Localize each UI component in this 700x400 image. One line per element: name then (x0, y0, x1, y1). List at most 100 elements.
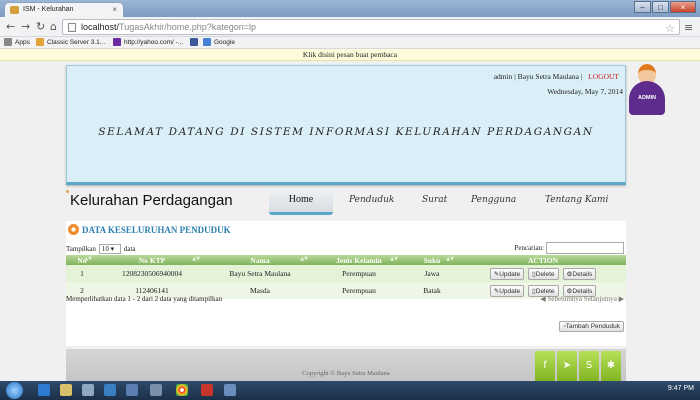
update-button[interactable]: ✎Update (489, 267, 525, 280)
cell-nama: Masda (206, 282, 314, 299)
section-title: DATA KESELURUHAN PENDUDUK (68, 224, 231, 235)
col-action: ACTION (460, 255, 626, 265)
folder-taskbar-icon[interactable] (82, 384, 94, 396)
chrome-taskbar-icon[interactable] (176, 384, 188, 396)
cell-suku: Jawa (404, 265, 460, 282)
nav-pengguna[interactable]: Pengguna (471, 195, 516, 205)
cell-no-ktp: 1208230506940004 (98, 265, 206, 282)
user-info: admin | Bayu Setra Maulana | LOGOUT (494, 72, 619, 81)
search-input[interactable] (546, 242, 624, 254)
skype-share-icon[interactable]: S (579, 351, 599, 382)
next-page-link[interactable]: Selanjutnya ▶ (584, 295, 624, 303)
sort-icon: ▲▼ (446, 256, 454, 262)
welcome-text: SELAMAT DATANG DI SISTEM INFORMASI KELUR… (98, 126, 594, 138)
folder-icon (36, 38, 44, 46)
prev-page-link[interactable]: ◀ Sebelumnya (540, 295, 582, 303)
update-button[interactable]: ✎Update (489, 284, 525, 297)
browser-toolbar: ← → ↻ ⌂ localhost/TugasAkhir/home.php?ka… (0, 17, 700, 37)
bookmark-facebook[interactable] (190, 38, 198, 46)
back-icon[interactable]: ← (6, 20, 15, 33)
bookmark-star-icon[interactable]: ☆ (665, 22, 675, 35)
site-header: admin | Bayu Setra Maulana | LOGOUT Wedn… (66, 65, 626, 185)
reload-icon[interactable]: ↻ (36, 20, 45, 33)
ie-icon[interactable] (38, 384, 50, 396)
clock[interactable]: 9:47 PM (668, 385, 694, 392)
admin-avatar: ADMIN (627, 63, 667, 118)
media-icon[interactable] (224, 384, 236, 396)
explorer-icon[interactable] (60, 384, 72, 396)
col-no[interactable]: No ▲▼ (66, 255, 98, 265)
start-button[interactable] (6, 382, 23, 399)
sort-icon: ▲▼ (300, 256, 308, 262)
site-navbar: Kelurahan Perdagangan Home Penduduk Sura… (66, 187, 626, 217)
tab-close-icon[interactable]: × (112, 5, 117, 14)
sort-icon: ▲▼ (192, 256, 200, 262)
window-close-button[interactable]: × (670, 1, 696, 13)
avatar-label: ADMIN (629, 81, 665, 115)
details-button[interactable]: ⚙Details (562, 267, 597, 280)
window-icon[interactable] (150, 384, 162, 396)
page-length: Tampilkan 10 ▾ data (66, 244, 136, 254)
browser-menu-icon[interactable]: ≡ (684, 21, 693, 34)
pagination: ◀ Sebelumnya Selanjutnya ▶ (540, 295, 624, 303)
section-bullet-icon (68, 224, 79, 235)
col-no-ktp[interactable]: No KTP ▲▼ (98, 255, 206, 265)
address-bar[interactable]: localhost/TugasAkhir/home.php?kategori=l… (62, 19, 680, 35)
social-links: f ➤ S ✱ (535, 351, 621, 382)
current-date: Wednesday, May 7, 2014 (547, 87, 623, 96)
nav-penduduk[interactable]: Penduduk (349, 195, 394, 205)
table-info: Memperlihatkan data 1 - 2 dari 2 data ya… (66, 295, 223, 303)
favicon-icon (10, 6, 19, 14)
url-path: TugasAkhir/home.php?kategori=lp (119, 22, 257, 32)
nav-tentang-kami[interactable]: Tentang Kami (545, 195, 608, 205)
bookmark-google[interactable]: Google (203, 38, 235, 46)
add-penduduk-button[interactable]: ▫Tambah Penduduk (559, 321, 624, 332)
logout-link[interactable]: LOGOUT (588, 72, 619, 81)
cell-nama: Bayu Setra Maulana (206, 265, 314, 282)
delete-button[interactable]: ▯Delete (528, 267, 559, 280)
data-panel: DATA KESELURUHAN PENDUDUK Tampilkan 10 ▾… (66, 221, 626, 346)
os-taskbar: 9:47 PM (0, 381, 700, 400)
window-controls: – □ × (633, 1, 696, 13)
maximize-button[interactable]: □ (652, 1, 669, 13)
app-icon[interactable] (126, 384, 138, 396)
cell-suku: Batak (404, 282, 460, 299)
table-row: 1 1208230506940004 Bayu Setra Maulana Pe… (66, 265, 626, 282)
nav-home[interactable]: Home (269, 190, 333, 215)
col-nama[interactable]: Nama ▲▼ (206, 255, 314, 265)
browser-tabstrip: ISM - Kelurahan × – □ × (0, 0, 700, 17)
facebook-share-icon[interactable]: f (535, 351, 555, 382)
table-search: Pencarian: (514, 242, 624, 254)
url-host: localhost/ (81, 22, 120, 32)
table-header-row: No ▲▼ No KTP ▲▼ Nama ▲▼ Jenis Kelamin ▲▼ Suk… (66, 255, 626, 265)
col-suku[interactable]: Suku ▲▼ (404, 255, 460, 265)
bookmark-yahoo[interactable]: http://yahoo.com/ -... (113, 38, 183, 46)
google-icon (203, 38, 211, 46)
twitter-share-icon[interactable]: ➤ (557, 351, 577, 382)
sort-icon: ▲▼ (390, 256, 398, 262)
nav-surat[interactable]: Surat (422, 195, 447, 205)
bookmarks-bar: Apps Classic Server 3.1... http://yahoo.… (0, 37, 700, 49)
acrobat-icon[interactable] (201, 384, 213, 396)
page: admin | Bayu Setra Maulana | LOGOUT Wedn… (0, 61, 700, 382)
cell-no: 1 (66, 265, 98, 282)
user-name: admin | Bayu Setra Maulana | (493, 72, 583, 81)
forward-icon[interactable]: → (21, 20, 30, 33)
settings-share-icon[interactable]: ✱ (601, 351, 621, 382)
search-label: Pencarian: (514, 244, 544, 252)
cell-jenis-kelamin: Perempuan (314, 265, 404, 282)
site-title: Kelurahan Perdagangan (66, 190, 233, 209)
apps-icon (4, 38, 12, 46)
cell-action: ✎Update ▯Delete ⚙Details (460, 265, 626, 282)
yahoo-icon (113, 38, 121, 46)
network-icon[interactable] (104, 384, 116, 396)
minimize-button[interactable]: – (634, 1, 651, 13)
bookmark-classic-server[interactable]: Classic Server 3.1... (36, 38, 105, 46)
sort-icon: ▲▼ (84, 256, 92, 262)
col-jenis-kelamin[interactable]: Jenis Kelamin ▲▼ (314, 255, 404, 265)
browser-tab[interactable]: ISM - Kelurahan × (4, 2, 124, 17)
home-icon[interactable]: ⌂ (50, 20, 57, 33)
page-length-select[interactable]: 10 ▾ (98, 244, 121, 254)
bookmark-apps[interactable]: Apps (4, 38, 30, 46)
notice-bar[interactable]: Klik disini pesan buat pembaca (0, 49, 700, 61)
